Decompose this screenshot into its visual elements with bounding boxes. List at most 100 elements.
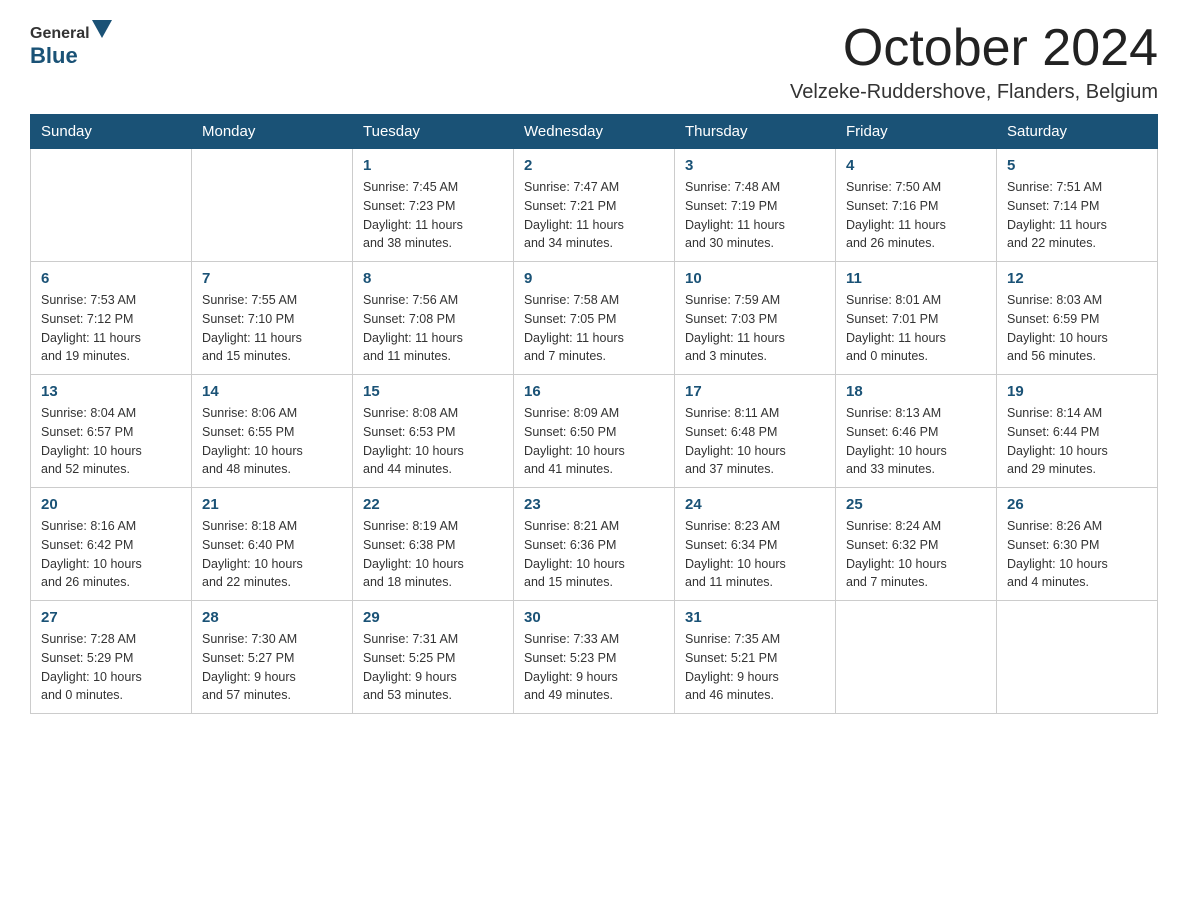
day-number: 25 xyxy=(846,496,986,513)
location-title: Velzeke-Ruddershove, Flanders, Belgium xyxy=(790,81,1158,104)
weekday-header-wednesday: Wednesday xyxy=(514,115,675,149)
day-number: 1 xyxy=(363,157,503,174)
calendar-cell: 21 Sunrise: 8:18 AMSunset: 6:40 PMDayligh… xyxy=(192,488,353,601)
day-number: 21 xyxy=(202,496,342,513)
calendar-cell: 8 Sunrise: 7:56 AMSunset: 7:08 PMDaylight… xyxy=(353,262,514,375)
day-info: Sunrise: 7:31 AMSunset: 5:25 PMDaylight:… xyxy=(363,630,503,705)
day-number: 14 xyxy=(202,383,342,400)
calendar-cell: 7 Sunrise: 7:55 AMSunset: 7:10 PMDaylight… xyxy=(192,262,353,375)
logo-blue-text: Blue xyxy=(30,43,78,69)
day-number: 9 xyxy=(524,270,664,287)
day-info: Sunrise: 8:13 AMSunset: 6:46 PMDaylight:… xyxy=(846,404,986,479)
calendar-cell: 3Sunrise: 7:48 AMSunset: 7:19 PMDaylight… xyxy=(675,149,836,262)
title-block: October 2024 Velzeke-Ruddershove, Flande… xyxy=(790,20,1158,104)
day-info: Sunrise: 7:53 AMSunset: 7:12 PMDaylight:… xyxy=(41,291,181,366)
calendar-cell: 17Sunrise: 8:11 AMSunset: 6:48 PMDayligh… xyxy=(675,375,836,488)
day-number: 30 xyxy=(524,609,664,626)
calendar-cell: 28 Sunrise: 7:30 AMSunset: 5:27 PMDayligh… xyxy=(192,601,353,714)
calendar-cell: 9 Sunrise: 7:58 AMSunset: 7:05 PMDaylight… xyxy=(514,262,675,375)
day-number: 16 xyxy=(524,383,664,400)
day-info: Sunrise: 7:55 AMSunset: 7:10 PMDaylight:… xyxy=(202,291,342,366)
day-info: Sunrise: 8:21 AMSunset: 6:36 PMDaylight:… xyxy=(524,517,664,592)
calendar-cell: 23Sunrise: 8:21 AMSunset: 6:36 PMDayligh… xyxy=(514,488,675,601)
day-number: 15 xyxy=(363,383,503,400)
week-row-4: 20 Sunrise: 8:16 AMSunset: 6:42 PMDayligh… xyxy=(31,488,1158,601)
day-number: 10 xyxy=(685,270,825,287)
calendar-cell: 27Sunrise: 7:28 AMSunset: 5:29 PMDayligh… xyxy=(31,601,192,714)
calendar-cell: 12 Sunrise: 8:03 AMSunset: 6:59 PMDayligh… xyxy=(997,262,1158,375)
calendar-cell: 20 Sunrise: 8:16 AMSunset: 6:42 PMDayligh… xyxy=(31,488,192,601)
day-info: Sunrise: 7:47 AMSunset: 7:21 PMDaylight:… xyxy=(524,178,664,253)
calendar-cell: 11 Sunrise: 8:01 AMSunset: 7:01 PMDayligh… xyxy=(836,262,997,375)
calendar-cell: 19 Sunrise: 8:14 AMSunset: 6:44 PMDayligh… xyxy=(997,375,1158,488)
day-info: Sunrise: 7:59 AMSunset: 7:03 PMDaylight:… xyxy=(685,291,825,366)
day-number: 17 xyxy=(685,383,825,400)
calendar-cell xyxy=(997,601,1158,714)
calendar-table: SundayMondayTuesdayWednesdayThursdayFrid… xyxy=(30,114,1158,714)
calendar-cell: 2Sunrise: 7:47 AMSunset: 7:21 PMDaylight… xyxy=(514,149,675,262)
day-number: 20 xyxy=(41,496,181,513)
weekday-header-saturday: Saturday xyxy=(997,115,1158,149)
calendar-cell xyxy=(836,601,997,714)
weekday-header-thursday: Thursday xyxy=(675,115,836,149)
day-number: 22 xyxy=(363,496,503,513)
week-row-1: 1Sunrise: 7:45 AMSunset: 7:23 PMDaylight… xyxy=(31,149,1158,262)
day-info: Sunrise: 7:51 AMSunset: 7:14 PMDaylight:… xyxy=(1007,178,1147,253)
week-row-2: 6Sunrise: 7:53 AMSunset: 7:12 PMDaylight… xyxy=(31,262,1158,375)
calendar-cell xyxy=(192,149,353,262)
weekday-header-sunday: Sunday xyxy=(31,115,192,149)
day-info: Sunrise: 8:16 AMSunset: 6:42 PMDaylight:… xyxy=(41,517,181,592)
day-info: Sunrise: 8:26 AMSunset: 6:30 PMDaylight:… xyxy=(1007,517,1147,592)
day-number: 12 xyxy=(1007,270,1147,287)
day-number: 7 xyxy=(202,270,342,287)
logo: General Blue xyxy=(30,20,114,69)
calendar-cell: 29 Sunrise: 7:31 AMSunset: 5:25 PMDayligh… xyxy=(353,601,514,714)
calendar-cell: 25Sunrise: 8:24 AMSunset: 6:32 PMDayligh… xyxy=(836,488,997,601)
logo-general-text: General xyxy=(30,25,90,43)
day-info: Sunrise: 8:04 AMSunset: 6:57 PMDaylight:… xyxy=(41,404,181,479)
calendar-cell: 6Sunrise: 7:53 AMSunset: 7:12 PMDaylight… xyxy=(31,262,192,375)
day-info: Sunrise: 8:01 AMSunset: 7:01 PMDaylight:… xyxy=(846,291,986,366)
week-row-3: 13 Sunrise: 8:04 AMSunset: 6:57 PMDayligh… xyxy=(31,375,1158,488)
calendar-cell: 5Sunrise: 7:51 AMSunset: 7:14 PMDaylight… xyxy=(997,149,1158,262)
day-info: Sunrise: 7:56 AMSunset: 7:08 PMDaylight:… xyxy=(363,291,503,366)
calendar-cell: 18Sunrise: 8:13 AMSunset: 6:46 PMDayligh… xyxy=(836,375,997,488)
calendar-cell: 10 Sunrise: 7:59 AMSunset: 7:03 PMDayligh… xyxy=(675,262,836,375)
day-info: Sunrise: 7:50 AMSunset: 7:16 PMDaylight:… xyxy=(846,178,986,253)
day-info: Sunrise: 8:06 AMSunset: 6:55 PMDaylight:… xyxy=(202,404,342,479)
calendar-cell: 30 Sunrise: 7:33 AMSunset: 5:23 PMDayligh… xyxy=(514,601,675,714)
day-number: 26 xyxy=(1007,496,1147,513)
day-number: 29 xyxy=(363,609,503,626)
calendar-cell: 31 Sunrise: 7:35 AMSunset: 5:21 PMDayligh… xyxy=(675,601,836,714)
day-info: Sunrise: 7:58 AMSunset: 7:05 PMDaylight:… xyxy=(524,291,664,366)
day-number: 24 xyxy=(685,496,825,513)
day-info: Sunrise: 8:08 AMSunset: 6:53 PMDaylight:… xyxy=(363,404,503,479)
month-title: October 2024 xyxy=(790,20,1158,77)
day-number: 3 xyxy=(685,157,825,174)
calendar-cell xyxy=(31,149,192,262)
day-number: 13 xyxy=(41,383,181,400)
calendar-cell: 24 Sunrise: 8:23 AMSunset: 6:34 PMDayligh… xyxy=(675,488,836,601)
day-info: Sunrise: 8:18 AMSunset: 6:40 PMDaylight:… xyxy=(202,517,342,592)
day-number: 28 xyxy=(202,609,342,626)
day-info: Sunrise: 7:35 AMSunset: 5:21 PMDaylight:… xyxy=(685,630,825,705)
calendar-cell: 26 Sunrise: 8:26 AMSunset: 6:30 PMDayligh… xyxy=(997,488,1158,601)
page-header: General Blue October 2024 Velzeke-Rudder… xyxy=(30,20,1158,104)
day-info: Sunrise: 8:14 AMSunset: 6:44 PMDaylight:… xyxy=(1007,404,1147,479)
calendar-cell: 4 Sunrise: 7:50 AMSunset: 7:16 PMDaylight… xyxy=(836,149,997,262)
day-info: Sunrise: 7:30 AMSunset: 5:27 PMDaylight:… xyxy=(202,630,342,705)
day-number: 11 xyxy=(846,270,986,287)
day-info: Sunrise: 8:09 AMSunset: 6:50 PMDaylight:… xyxy=(524,404,664,479)
day-info: Sunrise: 8:23 AMSunset: 6:34 PMDaylight:… xyxy=(685,517,825,592)
weekday-header-tuesday: Tuesday xyxy=(353,115,514,149)
calendar-cell: 1Sunrise: 7:45 AMSunset: 7:23 PMDaylight… xyxy=(353,149,514,262)
weekday-header-row: SundayMondayTuesdayWednesdayThursdayFrid… xyxy=(31,115,1158,149)
day-info: Sunrise: 8:03 AMSunset: 6:59 PMDaylight:… xyxy=(1007,291,1147,366)
day-number: 8 xyxy=(363,270,503,287)
day-info: Sunrise: 7:33 AMSunset: 5:23 PMDaylight:… xyxy=(524,630,664,705)
day-number: 19 xyxy=(1007,383,1147,400)
calendar-cell: 16 Sunrise: 8:09 AMSunset: 6:50 PMDayligh… xyxy=(514,375,675,488)
calendar-cell: 14 Sunrise: 8:06 AMSunset: 6:55 PMDayligh… xyxy=(192,375,353,488)
day-number: 31 xyxy=(685,609,825,626)
day-number: 4 xyxy=(846,157,986,174)
